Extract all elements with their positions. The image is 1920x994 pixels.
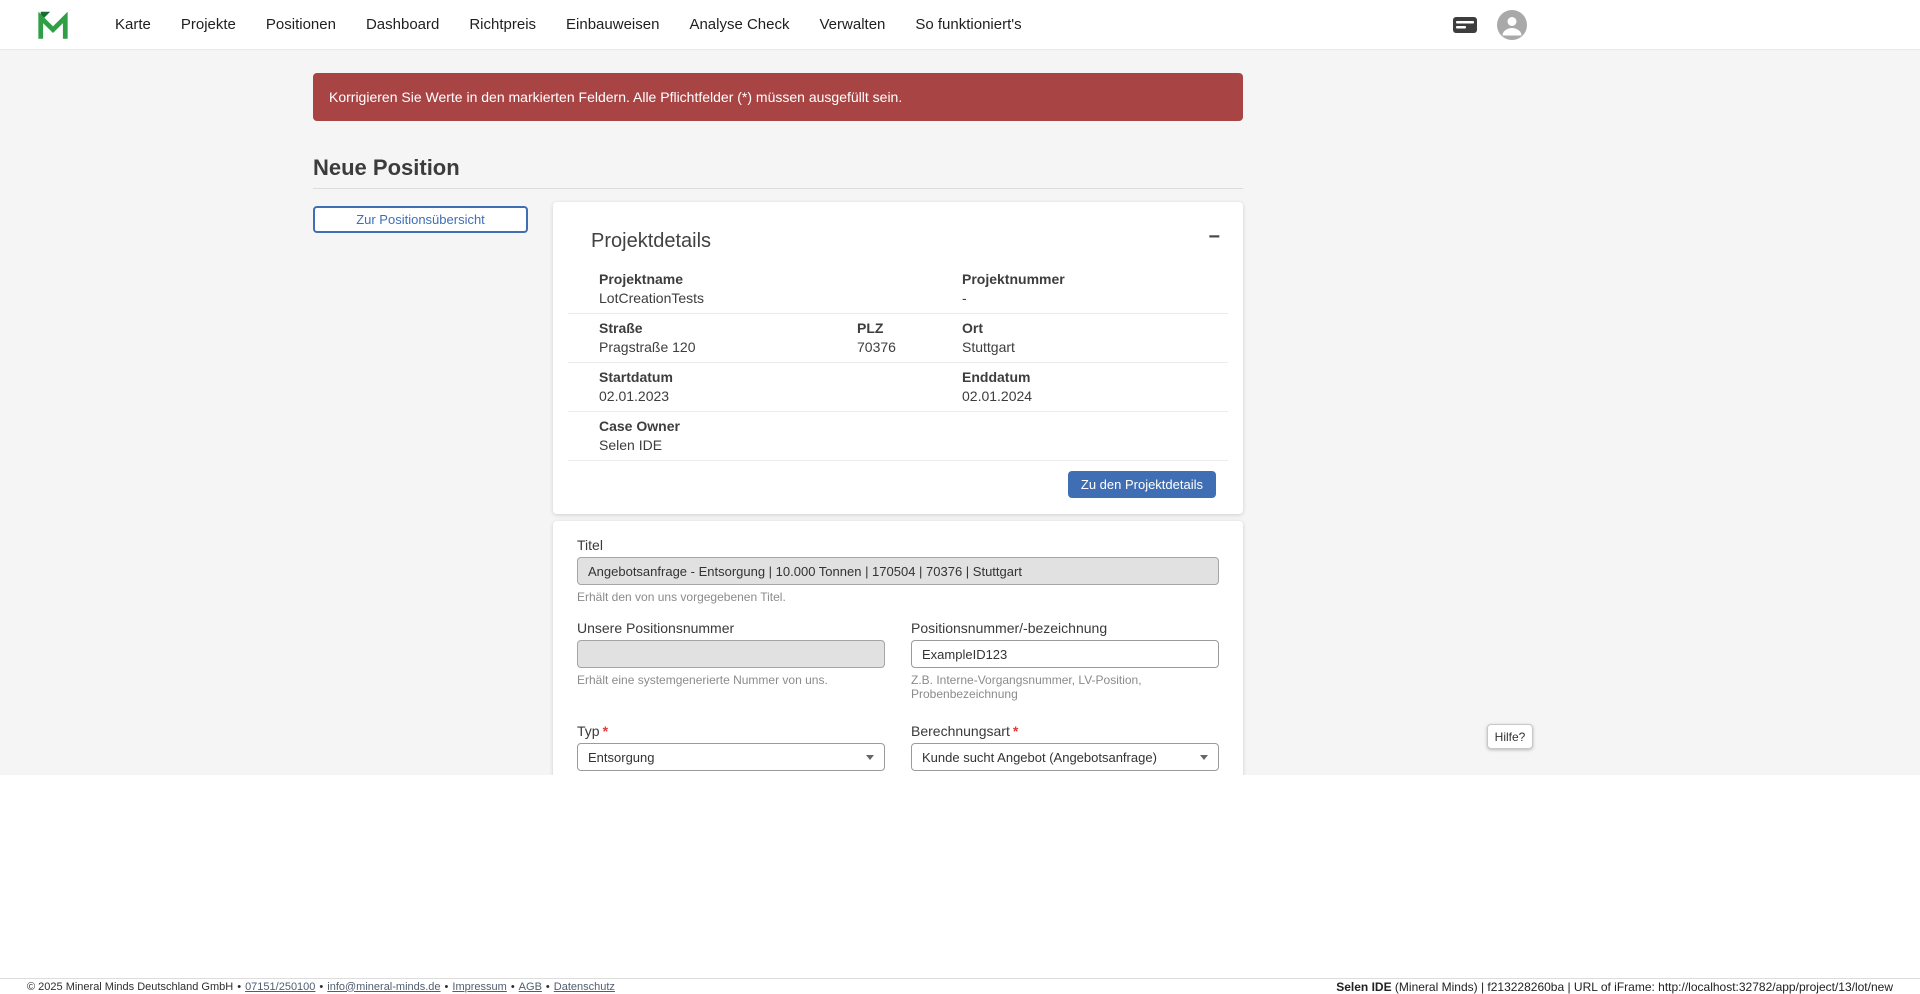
footer-impressum-link[interactable]: Impressum [452, 981, 506, 993]
titel-input [577, 557, 1219, 585]
nav-link-richtpreis[interactable]: Richtpreis [469, 16, 536, 33]
unsere-positionsnummer-input [577, 640, 885, 668]
main-content: Korrigieren Sie Werte in den markierten … [313, 50, 1243, 775]
copyright-text: © 2025 Mineral Minds Deutschland GmbH [27, 981, 233, 993]
page-background [0, 775, 1920, 978]
footer-phone-link[interactable]: 07151/250100 [245, 981, 315, 993]
card-terminal-icon[interactable] [1452, 15, 1478, 35]
nav-link-so-funktionierts[interactable]: So funktioniert's [915, 16, 1021, 33]
table-row: Case Owner Selen IDE [568, 412, 1228, 461]
ort-value: Stuttgart [962, 338, 1228, 357]
projektname-value: LotCreationTests [599, 289, 962, 308]
positionsnummer-input[interactable] [911, 640, 1219, 668]
nav-link-karte[interactable]: Karte [115, 16, 151, 33]
collapse-icon[interactable]: − [1208, 227, 1220, 247]
table-row: Startdatum 02.01.2023 Enddatum 02.01.202… [568, 363, 1228, 412]
plz-value: 70376 [857, 338, 962, 357]
nav-link-positionen[interactable]: Positionen [266, 16, 336, 33]
startdatum-value: 02.01.2023 [599, 387, 962, 406]
strasse-value: Pragstraße 120 [599, 338, 857, 357]
projektnummer-value: - [962, 289, 1228, 308]
validation-alert: Korrigieren Sie Werte in den markierten … [313, 73, 1243, 121]
berechnungsart-select-value: Kunde sucht Angebot (Angebotsanfrage) [922, 750, 1157, 765]
nav-link-dashboard[interactable]: Dashboard [366, 16, 439, 33]
berechnungsart-select[interactable]: Kunde sucht Angebot (Angebotsanfrage) [911, 743, 1219, 771]
project-details-card: Projektdetails − Projektname LotCreation… [553, 202, 1243, 514]
unsere-positionsnummer-helper: Erhält eine systemgenerierte Nummer von … [577, 673, 885, 687]
required-marker: * [603, 723, 608, 739]
footer-separator: • [546, 981, 550, 993]
table-row: Straße Pragstraße 120 PLZ 70376 Ort Stut… [568, 314, 1228, 363]
berechnungsart-label: Berechnungsart* [911, 723, 1219, 739]
session-details: (Mineral Minds) | f213228260ba | URL of … [1392, 980, 1893, 994]
position-form-card: Titel Erhält den von uns vorgegebenen Ti… [553, 521, 1243, 775]
case-owner-value: Selen IDE [599, 436, 1228, 455]
divider [313, 188, 1243, 189]
to-project-details-button[interactable]: Zu den Projektdetails [1068, 471, 1216, 498]
nav-link-analyse-check[interactable]: Analyse Check [689, 16, 789, 33]
session-user: Selen IDE [1336, 980, 1391, 994]
strasse-label: Straße [599, 319, 857, 338]
nav-link-einbauweisen[interactable]: Einbauweisen [566, 16, 659, 33]
titel-label: Titel [577, 537, 1219, 553]
positionsnummer-helper: Z.B. Interne-Vorgangsnummer, LV-Position… [911, 673, 1219, 701]
titel-helper: Erhält den von uns vorgegebenen Titel. [577, 590, 1219, 604]
main-nav: Karte Projekte Positionen Dashboard Rich… [115, 16, 1022, 33]
case-owner-label: Case Owner [599, 417, 1228, 436]
footer-left: © 2025 Mineral Minds Deutschland GmbH • … [27, 981, 615, 993]
required-marker: * [1013, 723, 1018, 739]
footer-agb-link[interactable]: AGB [519, 981, 542, 993]
footer-separator: • [237, 981, 241, 993]
session-info: Selen IDE (Mineral Minds) | f213228260ba… [1336, 980, 1893, 994]
typ-select[interactable]: Entsorgung [577, 743, 885, 771]
chevron-down-icon [866, 755, 874, 760]
user-avatar-icon[interactable] [1497, 10, 1527, 40]
back-to-positions-button[interactable]: Zur Positionsübersicht [313, 206, 528, 233]
footer-datenschutz-link[interactable]: Datenschutz [554, 981, 615, 993]
startdatum-label: Startdatum [599, 368, 962, 387]
enddatum-label: Enddatum [962, 368, 1228, 387]
footer-separator: • [319, 981, 323, 993]
footer-separator: • [511, 981, 515, 993]
unsere-positionsnummer-label: Unsere Positionsnummer [577, 620, 885, 636]
mineral-minds-logo[interactable] [36, 8, 70, 42]
typ-select-value: Entsorgung [588, 750, 655, 765]
project-details-title: Projektdetails [591, 227, 711, 255]
chevron-down-icon [1200, 755, 1208, 760]
navbar-actions [1452, 10, 1527, 40]
page-title: Neue Position [313, 155, 1243, 181]
table-row: Projektname LotCreationTests Projektnumm… [568, 265, 1228, 314]
projektnummer-label: Projektnummer [962, 270, 1228, 289]
footer: © 2025 Mineral Minds Deutschland GmbH • … [0, 978, 1920, 994]
navbar: Karte Projekte Positionen Dashboard Rich… [0, 0, 1920, 50]
enddatum-value: 02.01.2024 [962, 387, 1228, 406]
project-details-table: Projektname LotCreationTests Projektnumm… [568, 265, 1228, 461]
projektname-label: Projektname [599, 270, 962, 289]
footer-separator: • [445, 981, 449, 993]
typ-label: Typ* [577, 723, 885, 739]
ort-label: Ort [962, 319, 1228, 338]
nav-link-projekte[interactable]: Projekte [181, 16, 236, 33]
alert-text: Korrigieren Sie Werte in den markierten … [329, 89, 902, 105]
help-button[interactable]: Hilfe? [1487, 724, 1533, 749]
positionsnummer-label: Positionsnummer/-bezeichnung [911, 620, 1219, 636]
footer-email-link[interactable]: info@mineral-minds.de [327, 981, 440, 993]
app-area: Korrigieren Sie Werte in den markierten … [0, 50, 1920, 775]
nav-link-verwalten[interactable]: Verwalten [820, 16, 886, 33]
plz-label: PLZ [857, 319, 962, 338]
